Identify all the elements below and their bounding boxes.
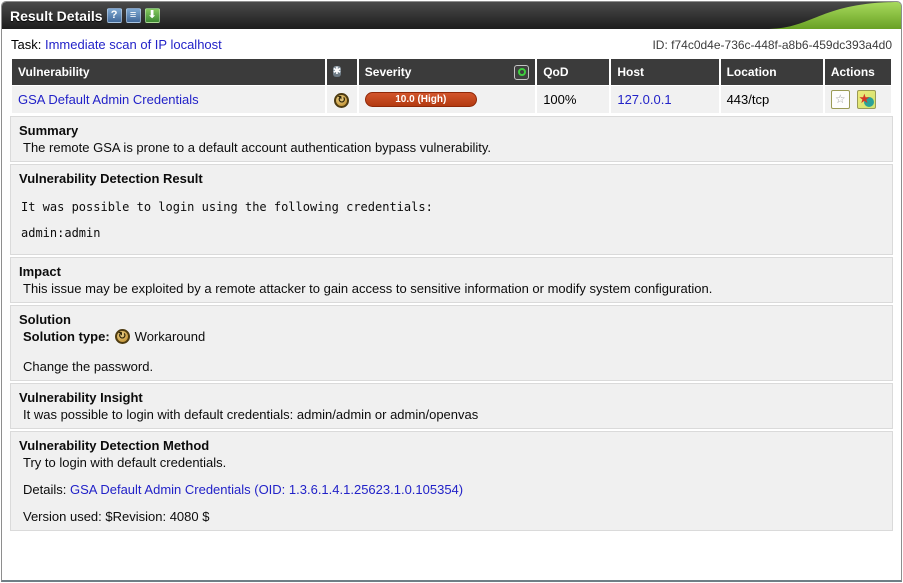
solution-type-label: Solution type: <box>23 329 110 344</box>
titlebar: Result Details ? ≡ ⬇ <box>2 2 901 29</box>
section-insight: Vulnerability Insight It was possible to… <box>10 383 893 429</box>
column-header-severity[interactable]: Severity <box>359 59 535 85</box>
table-header-row: Vulnerability ✱ Severity QoD Host Locati… <box>12 59 891 85</box>
qod-cell: 100% <box>537 86 609 113</box>
table-row: GSA Default Admin Credentials ↻ 10.0 (Hi… <box>12 86 891 113</box>
result-table: Vulnerability ✱ Severity QoD Host Locati… <box>10 58 893 114</box>
result-details-window: Result Details ? ≡ ⬇ Task: Immediate sca… <box>1 1 902 582</box>
insight-title: Vulnerability Insight <box>19 390 884 405</box>
task-label: Task: <box>11 37 41 52</box>
column-header-solution-type[interactable]: ✱ <box>327 59 357 85</box>
section-solution: Solution Solution type: ↻ Workaround Cha… <box>10 305 893 381</box>
id-value: f74c0d4e-736c-448f-a8b6-459dc393a4d0 <box>671 38 892 52</box>
detection-result-title: Vulnerability Detection Result <box>19 171 884 186</box>
detection-method-title: Vulnerability Detection Method <box>19 438 884 453</box>
insight-body: It was possible to login with default cr… <box>19 407 884 422</box>
solution-title: Solution <box>19 312 884 327</box>
section-summary: Summary The remote GSA is prone to a def… <box>10 116 893 162</box>
sort-descending-icon[interactable] <box>514 65 529 80</box>
add-override-icon[interactable]: ★ <box>857 90 876 109</box>
task-bar: Task: Immediate scan of IP localhost ID:… <box>2 29 901 58</box>
add-note-icon[interactable]: ☆ <box>831 90 850 109</box>
detection-result-line1: It was possible to login using the follo… <box>19 200 884 214</box>
column-header-vulnerability[interactable]: Vulnerability <box>12 59 325 85</box>
summary-body: The remote GSA is prone to a default acc… <box>19 140 884 155</box>
section-detection-method: Vulnerability Detection Method Try to lo… <box>10 431 893 531</box>
detection-result-line2: admin:admin <box>19 226 884 240</box>
solution-type-value: Workaround <box>135 329 206 344</box>
solution-type-line: Solution type: ↻ Workaround <box>19 329 884 344</box>
id-label: ID: <box>652 38 667 52</box>
severity-cell: 10.0 (High) <box>359 86 535 113</box>
vulnerability-link[interactable]: GSA Default Admin Credentials <box>18 92 199 107</box>
workaround-icon: ↻ <box>334 93 349 108</box>
severity-badge: 10.0 (High) <box>365 92 477 107</box>
details-link[interactable]: GSA Default Admin Credentials (OID: 1.3.… <box>70 482 463 497</box>
detection-method-body: Try to login with default credentials. <box>19 455 884 470</box>
column-header-location[interactable]: Location <box>721 59 823 85</box>
impact-title: Impact <box>19 264 884 279</box>
column-header-qod[interactable]: QoD <box>537 59 609 85</box>
summary-title: Summary <box>19 123 884 138</box>
host-link[interactable]: 127.0.0.1 <box>617 92 671 107</box>
task-link[interactable]: Immediate scan of IP localhost <box>45 37 222 52</box>
task-line: Task: Immediate scan of IP localhost <box>11 37 222 52</box>
impact-body: This issue may be exploited by a remote … <box>19 281 884 296</box>
solution-type-icon[interactable]: ✱ <box>333 66 341 77</box>
workaround-icon: ↻ <box>115 329 130 344</box>
result-id: ID: f74c0d4e-736c-448f-a8b6-459dc393a4d0 <box>652 38 892 52</box>
details-label: Details: <box>23 482 66 497</box>
section-impact: Impact This issue may be exploited by a … <box>10 257 893 303</box>
green-swoosh-decoration <box>769 2 901 29</box>
location-cell: 443/tcp <box>721 86 823 113</box>
page-title: Result Details <box>10 8 103 24</box>
column-header-actions: Actions <box>825 59 891 85</box>
list-icon[interactable]: ≡ <box>126 8 141 23</box>
help-icon[interactable]: ? <box>107 8 122 23</box>
actions-cell: ☆ ★ <box>825 86 891 113</box>
host-cell: 127.0.0.1 <box>611 86 718 113</box>
column-header-host[interactable]: Host <box>611 59 718 85</box>
details-line: Details: GSA Default Admin Credentials (… <box>19 482 884 497</box>
severity-header-label: Severity <box>365 65 412 79</box>
section-detection-result: Vulnerability Detection Result It was po… <box>10 164 893 255</box>
vulnerability-cell: GSA Default Admin Credentials <box>12 86 325 113</box>
version-line: Version used: $Revision: 4080 $ <box>19 509 884 524</box>
download-icon[interactable]: ⬇ <box>145 8 160 23</box>
override-star: ★ <box>858 90 870 107</box>
solution-body: Change the password. <box>19 359 884 374</box>
solution-type-cell: ↻ <box>327 86 357 113</box>
